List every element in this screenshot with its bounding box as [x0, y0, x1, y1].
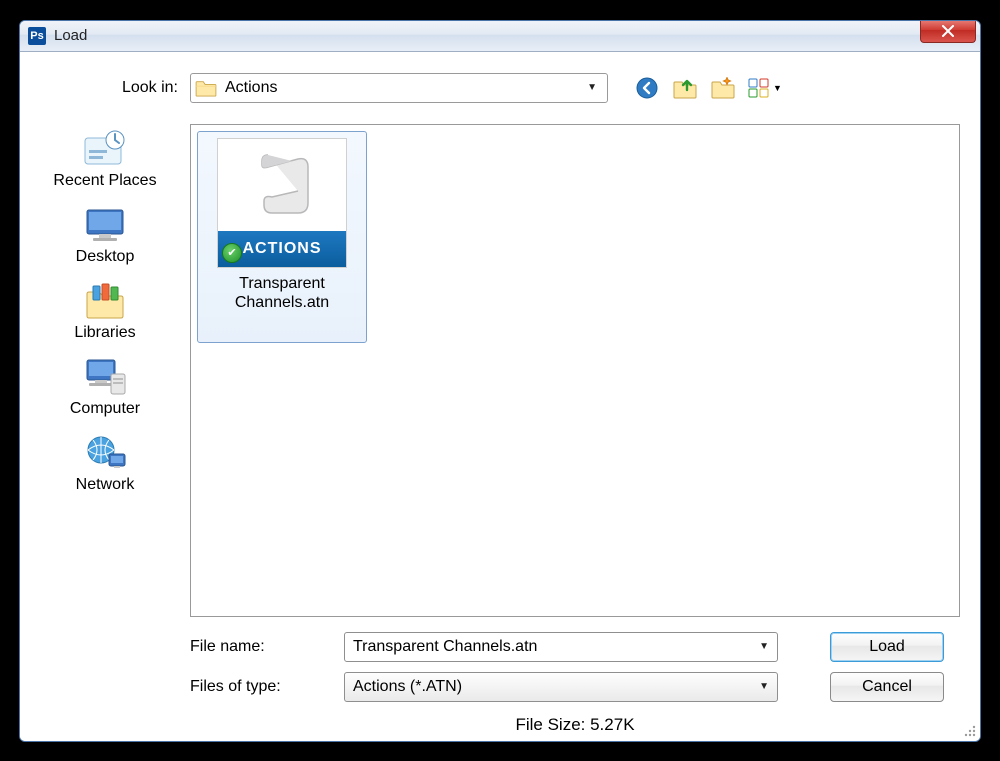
action-scroll-icon: [258, 151, 314, 219]
file-area: ACTIONS ✔ Transparent Channels.atn File …: [190, 124, 960, 741]
place-recent[interactable]: Recent Places: [53, 128, 156, 190]
lookin-combo[interactable]: Actions ▼: [190, 73, 608, 103]
filetype-combo[interactable]: Actions (*.ATN) ▼: [344, 672, 778, 702]
file-item[interactable]: ACTIONS ✔ Transparent Channels.atn: [197, 131, 367, 343]
place-label: Network: [76, 476, 135, 494]
close-icon: [941, 25, 955, 37]
resize-grip[interactable]: [962, 723, 978, 739]
new-folder-button[interactable]: [710, 76, 736, 100]
dropdown-arrow-icon: ▼: [759, 641, 769, 652]
lookin-label: Look in:: [40, 79, 190, 97]
view-menu-button[interactable]: ▼: [748, 76, 782, 100]
back-button[interactable]: [634, 76, 660, 100]
place-computer[interactable]: Computer: [70, 356, 140, 418]
new-folder-icon: [711, 77, 735, 99]
network-icon: [81, 432, 129, 474]
place-label: Libraries: [74, 324, 135, 342]
lookin-row: Look in: Actions ▼: [20, 52, 980, 124]
filename-label: File name:: [190, 638, 344, 656]
load-button[interactable]: Load: [830, 632, 944, 662]
cancel-button[interactable]: Cancel: [830, 672, 944, 702]
up-one-level-button[interactable]: [672, 76, 698, 100]
load-dialog: Ps Load Look in: Actions ▼: [19, 20, 981, 742]
client-area: Look in: Actions ▼: [20, 52, 980, 741]
filetype-label: Files of type:: [190, 678, 344, 696]
filetype-row: Files of type: Actions (*.ATN) ▼ Cancel: [190, 667, 960, 707]
resize-grip-icon: [962, 723, 978, 739]
folder-icon: [195, 79, 217, 97]
desktop-icon: [81, 204, 129, 246]
places-bar: Recent Places Desktop: [20, 124, 190, 741]
libraries-icon: [81, 280, 129, 322]
back-icon: [636, 77, 658, 99]
bottom-controls: File name: Transparent Channels.atn ▼ Lo…: [190, 617, 960, 707]
dropdown-arrow-icon: ▼: [587, 82, 597, 93]
filename-row: File name: Transparent Channels.atn ▼ Lo…: [190, 627, 960, 667]
toolbar: ▼: [634, 76, 782, 100]
filename-combo[interactable]: Transparent Channels.atn ▼: [344, 632, 778, 662]
up-folder-icon: [673, 77, 697, 99]
close-button[interactable]: [920, 20, 976, 43]
place-network[interactable]: Network: [76, 432, 135, 494]
filename-value: Transparent Channels.atn: [353, 638, 759, 656]
status-text: File Size: 5.27K: [190, 707, 960, 741]
body: Recent Places Desktop: [20, 124, 980, 741]
place-label: Desktop: [76, 248, 135, 266]
app-icon-label: Ps: [30, 30, 43, 42]
computer-icon: [81, 356, 129, 398]
place-desktop[interactable]: Desktop: [76, 204, 135, 266]
place-libraries[interactable]: Libraries: [74, 280, 135, 342]
app-icon: Ps: [28, 27, 46, 45]
file-thumbnail: ACTIONS ✔: [217, 138, 347, 268]
lookin-value: Actions: [225, 79, 587, 97]
place-label: Computer: [70, 400, 140, 418]
file-listing[interactable]: ACTIONS ✔ Transparent Channels.atn: [190, 124, 960, 617]
file-label: Transparent Channels.atn: [202, 274, 362, 312]
checkmark-icon: ✔: [222, 243, 242, 263]
place-label: Recent Places: [53, 172, 156, 190]
dropdown-arrow-icon: ▼: [759, 681, 769, 692]
filetype-value: Actions (*.ATN): [353, 678, 759, 696]
view-menu-icon: [748, 78, 770, 98]
recent-places-icon: [81, 128, 129, 170]
titlebar: Ps Load: [20, 21, 980, 52]
dropdown-arrow-icon: ▼: [773, 83, 782, 93]
window-title: Load: [54, 27, 87, 44]
